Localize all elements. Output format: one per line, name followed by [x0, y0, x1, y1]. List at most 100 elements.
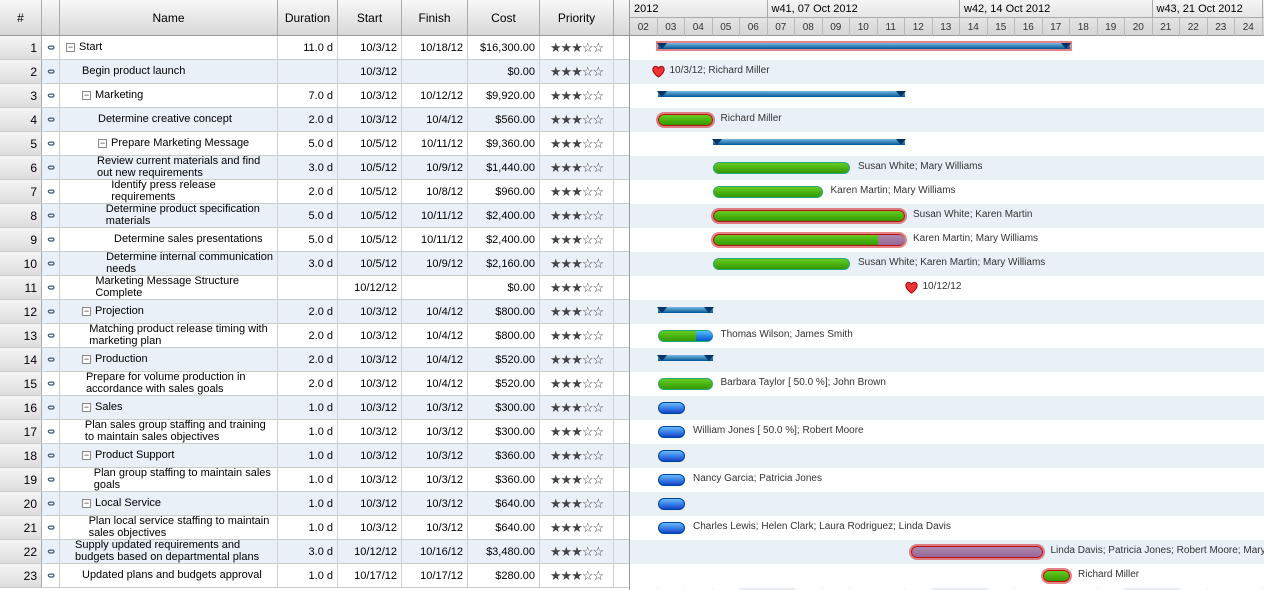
start-cell[interactable]: 10/17/12	[338, 564, 402, 587]
duration-cell[interactable]: 1.0 d	[278, 420, 338, 443]
cost-cell[interactable]: $360.00	[468, 444, 540, 467]
finish-cell[interactable]: 10/4/12	[402, 372, 468, 395]
finish-cell[interactable]: 10/18/12	[402, 36, 468, 59]
cost-cell[interactable]: $800.00	[468, 324, 540, 347]
priority-cell[interactable]: ★★★☆☆	[540, 372, 614, 395]
priority-cell[interactable]: ★★★☆☆	[540, 300, 614, 323]
cost-cell[interactable]: $9,360.00	[468, 132, 540, 155]
finish-cell[interactable]: 10/9/12	[402, 156, 468, 179]
priority-cell[interactable]: ★★★☆☆	[540, 132, 614, 155]
collapse-icon[interactable]: −	[82, 403, 91, 412]
cost-cell[interactable]: $300.00	[468, 420, 540, 443]
finish-cell[interactable]: 10/8/12	[402, 180, 468, 203]
col-header-link[interactable]	[42, 0, 60, 35]
priority-cell[interactable]: ★★★☆☆	[540, 468, 614, 491]
task-row[interactable]: 1 − Start 11.0 d 10/3/12 10/18/12 $16,30…	[0, 36, 629, 60]
cost-cell[interactable]: $9,920.00	[468, 84, 540, 107]
task-name-cell[interactable]: Updated plans and budgets approval	[60, 564, 278, 587]
duration-cell[interactable]: 2.0 d	[278, 300, 338, 323]
priority-cell[interactable]: ★★★☆☆	[540, 108, 614, 131]
task-name-cell[interactable]: Plan local service staffing to maintain …	[60, 516, 278, 539]
priority-cell[interactable]: ★★★☆☆	[540, 516, 614, 539]
collapse-icon[interactable]: −	[82, 499, 91, 508]
finish-cell[interactable]: 10/16/12	[402, 540, 468, 563]
collapse-icon[interactable]: −	[82, 355, 91, 364]
gantt-bar[interactable]	[713, 258, 851, 270]
duration-cell[interactable]: 3.0 d	[278, 540, 338, 563]
start-cell[interactable]: 10/5/12	[338, 156, 402, 179]
gantt-bar[interactable]	[658, 378, 713, 390]
collapse-icon[interactable]: −	[82, 307, 91, 316]
task-name-cell[interactable]: Marketing Message Structure Complete	[60, 276, 278, 299]
cost-cell[interactable]: $2,160.00	[468, 252, 540, 275]
link-icon[interactable]	[42, 204, 60, 227]
link-icon[interactable]	[42, 132, 60, 155]
finish-cell[interactable]: 10/3/12	[402, 396, 468, 419]
start-cell[interactable]: 10/3/12	[338, 36, 402, 59]
cost-cell[interactable]: $3,480.00	[468, 540, 540, 563]
task-row[interactable]: 19 Plan group staffing to maintain sales…	[0, 468, 629, 492]
finish-cell[interactable]: 10/3/12	[402, 444, 468, 467]
start-cell[interactable]: 10/3/12	[338, 108, 402, 131]
task-row[interactable]: 20 − Local Service 1.0 d 10/3/12 10/3/12…	[0, 492, 629, 516]
start-cell[interactable]: 10/3/12	[338, 60, 402, 83]
task-name-cell[interactable]: Prepare for volume production in accorda…	[60, 372, 278, 395]
task-row[interactable]: 2 Begin product launch 10/3/12 $0.00 ★★★…	[0, 60, 629, 84]
collapse-icon[interactable]: −	[66, 43, 75, 52]
start-cell[interactable]: 10/3/12	[338, 372, 402, 395]
task-row[interactable]: 7 Identify press release requirements 2.…	[0, 180, 629, 204]
cost-cell[interactable]: $1,440.00	[468, 156, 540, 179]
priority-cell[interactable]: ★★★☆☆	[540, 228, 614, 251]
col-header-start[interactable]: Start	[338, 0, 402, 35]
task-row[interactable]: 16 − Sales 1.0 d 10/3/12 10/3/12 $300.00…	[0, 396, 629, 420]
link-icon[interactable]	[42, 468, 60, 491]
gantt-bar[interactable]	[658, 450, 686, 462]
milestone-icon[interactable]	[904, 280, 919, 295]
duration-cell[interactable]: 1.0 d	[278, 444, 338, 467]
task-row[interactable]: 18 − Product Support 1.0 d 10/3/12 10/3/…	[0, 444, 629, 468]
start-cell[interactable]: 10/5/12	[338, 228, 402, 251]
duration-cell[interactable]: 2.0 d	[278, 108, 338, 131]
start-cell[interactable]: 10/3/12	[338, 516, 402, 539]
finish-cell[interactable]: 10/4/12	[402, 324, 468, 347]
gantt-bar[interactable]	[658, 426, 686, 438]
task-name-cell[interactable]: − Production	[60, 348, 278, 371]
start-cell[interactable]: 10/3/12	[338, 300, 402, 323]
finish-cell[interactable]: 10/9/12	[402, 252, 468, 275]
cost-cell[interactable]: $640.00	[468, 516, 540, 539]
start-cell[interactable]: 10/3/12	[338, 84, 402, 107]
gantt-bar[interactable]	[658, 474, 686, 486]
task-name-cell[interactable]: Begin product launch	[60, 60, 278, 83]
priority-cell[interactable]: ★★★☆☆	[540, 156, 614, 179]
cost-cell[interactable]: $280.00	[468, 564, 540, 587]
gantt-chart[interactable]: 2012w41, 07 Oct 2012w42, 14 Oct 2012w43,…	[630, 0, 1264, 590]
collapse-icon[interactable]: −	[82, 451, 91, 460]
duration-cell[interactable]	[278, 276, 338, 299]
link-icon[interactable]	[42, 252, 60, 275]
link-icon[interactable]	[42, 564, 60, 587]
task-name-cell[interactable]: Determine internal communication needs	[60, 252, 278, 275]
task-name-cell[interactable]: − Local Service	[60, 492, 278, 515]
col-header-name[interactable]: Name	[60, 0, 278, 35]
task-name-cell[interactable]: Determine sales presentations	[60, 228, 278, 251]
gantt-bar[interactable]	[658, 498, 686, 510]
task-row[interactable]: 9 Determine sales presentations 5.0 d 10…	[0, 228, 629, 252]
link-icon[interactable]	[42, 372, 60, 395]
finish-cell[interactable]	[402, 276, 468, 299]
cost-cell[interactable]: $520.00	[468, 372, 540, 395]
link-icon[interactable]	[42, 228, 60, 251]
task-row[interactable]: 5 − Prepare Marketing Message 5.0 d 10/5…	[0, 132, 629, 156]
task-row[interactable]: 4 Determine creative concept 2.0 d 10/3/…	[0, 108, 629, 132]
task-name-cell[interactable]: Plan group staffing to maintain sales go…	[60, 468, 278, 491]
finish-cell[interactable]: 10/4/12	[402, 300, 468, 323]
priority-cell[interactable]: ★★★☆☆	[540, 60, 614, 83]
priority-cell[interactable]: ★★★☆☆	[540, 204, 614, 227]
cost-cell[interactable]: $300.00	[468, 396, 540, 419]
finish-cell[interactable]: 10/3/12	[402, 468, 468, 491]
gantt-bar[interactable]	[911, 546, 1043, 558]
cost-cell[interactable]: $2,400.00	[468, 228, 540, 251]
priority-cell[interactable]: ★★★☆☆	[540, 420, 614, 443]
gantt-bar[interactable]	[713, 234, 906, 246]
duration-cell[interactable]: 1.0 d	[278, 396, 338, 419]
duration-cell[interactable]: 5.0 d	[278, 132, 338, 155]
